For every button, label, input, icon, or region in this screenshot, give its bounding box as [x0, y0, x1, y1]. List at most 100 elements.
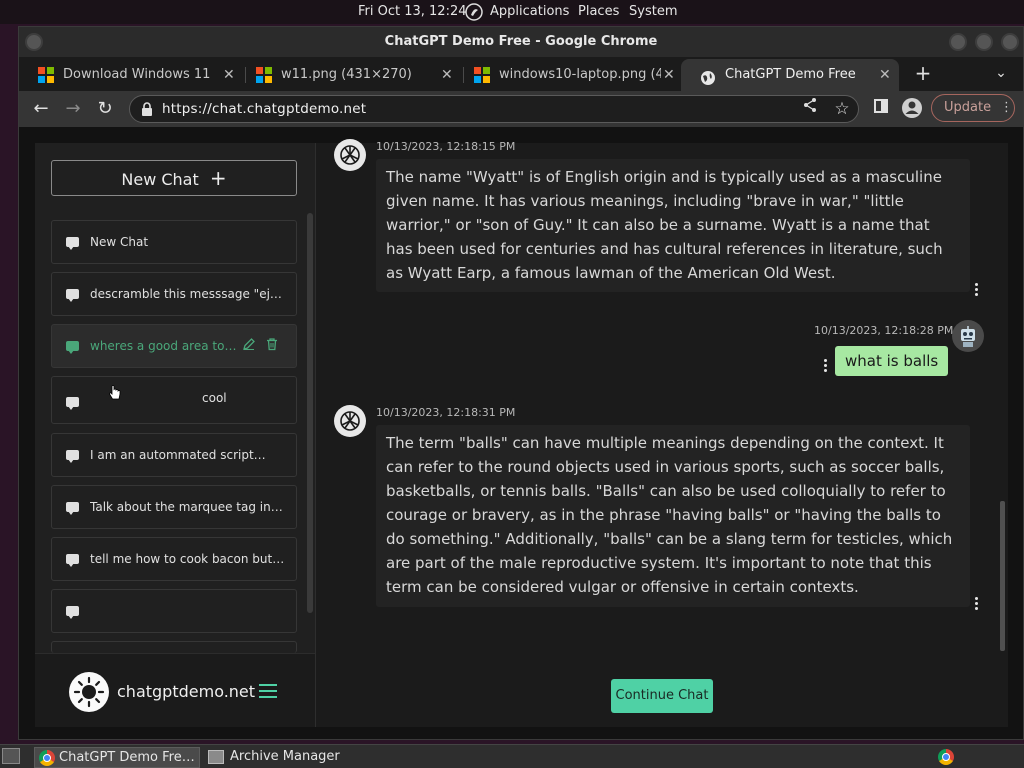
taskbar-item-chrome[interactable]: ChatGPT Demo Fre… — [34, 747, 200, 768]
openai-logo-icon — [334, 405, 366, 437]
sidebar-chat-item-active[interactable]: wheres a good area to hi… — [51, 324, 297, 368]
sun-logo-icon — [69, 672, 109, 712]
sidebar-chat-item[interactable]: descramble this messsage "ejdl" t… — [51, 272, 297, 316]
top-panel: Fri Oct 13, 12:24 Applications Places Sy… — [0, 0, 1024, 24]
message-options-kebab-icon[interactable] — [975, 597, 979, 611]
tab-label: ChatGPT Demo Free — [725, 67, 856, 82]
browser-toolbar: ← → ↻ https://chat.chatgptdemo.net ☆ Upd… — [19, 91, 1023, 127]
edit-pencil-icon[interactable] — [242, 337, 256, 354]
plus-icon: + — [209, 166, 227, 190]
update-button[interactable]: Update ⋮ — [931, 94, 1015, 122]
clock[interactable]: Fri Oct 13, 12:24 — [358, 4, 467, 19]
hamburger-menu-icon[interactable] — [259, 684, 277, 698]
sidebar-chat-item[interactable]: I am an autommated script… — [51, 433, 297, 477]
new-chat-button[interactable]: New Chat + — [51, 160, 297, 196]
lock-icon[interactable] — [140, 101, 154, 117]
window-title: ChatGPT Demo Free - Google Chrome — [384, 34, 658, 49]
hand-cursor-icon — [108, 385, 122, 404]
chat-item-label: I am an autommated script… — [90, 448, 266, 462]
sidebar-chat-item[interactable]: cool — [51, 376, 297, 424]
chat-bubble-icon — [66, 397, 79, 410]
chat-item-label: wheres a good area to hi… — [90, 339, 238, 353]
tab-close-icon[interactable]: ✕ — [441, 59, 453, 91]
window-titlebar[interactable]: ChatGPT Demo Free - Google Chrome — [19, 27, 1023, 57]
chat-scrollbar[interactable] — [1000, 501, 1005, 651]
gnome-foot-icon[interactable] — [464, 2, 484, 26]
chat-bubble-icon — [66, 237, 79, 250]
maximize-button[interactable] — [975, 33, 993, 51]
minimize-button[interactable] — [949, 33, 967, 51]
address-bar[interactable]: https://chat.chatgptdemo.net ☆ — [129, 95, 859, 123]
bookmark-star-icon[interactable]: ☆ — [830, 97, 854, 121]
sidebar-chat-item[interactable]: New Chat — [51, 220, 297, 264]
bot-message: The name "Wyatt" is of English origin an… — [376, 159, 970, 292]
chat-bubble-icon — [66, 554, 79, 567]
tab-search-chevron-icon[interactable]: ⌄ — [989, 61, 1013, 85]
bottom-taskbar: ChatGPT Demo Fre… Archive Manager — [0, 744, 1024, 768]
message-options-kebab-icon[interactable] — [824, 359, 828, 373]
places-menu[interactable]: Places — [578, 4, 619, 19]
chat-item-label: descramble this messsage "ejdl" t… — [90, 287, 286, 301]
chat-item-label: New Chat — [90, 235, 149, 249]
chat-item-label: cool — [202, 391, 227, 405]
chat-bubble-icon — [66, 502, 79, 515]
sidebar-chat-item-partial[interactable] — [51, 641, 297, 653]
chat-item-label: tell me how to cook bacon but wri… — [90, 552, 286, 566]
message-timestamp: 10/13/2023, 12:18:15 PM — [376, 140, 516, 153]
message-options-kebab-icon[interactable] — [975, 283, 979, 297]
tab-close-icon[interactable]: ✕ — [879, 59, 891, 91]
chrome-window: ChatGPT Demo Free - Google Chrome Downlo… — [18, 26, 1024, 740]
bot-message: The term "balls" can have multiple meani… — [376, 425, 970, 607]
tab-label: windows10-laptop.png (48 — [499, 67, 673, 82]
tab-w11-png[interactable]: w11.png (431×270) ✕ — [237, 59, 459, 91]
tab-bar: Download Windows 11 ✕ w11.png (431×270) … — [19, 57, 1023, 91]
taskbar-item-label: Archive Manager — [230, 749, 340, 764]
message-timestamp: 10/13/2023, 12:18:31 PM — [376, 406, 516, 419]
sidebar-scrollbar[interactable] — [307, 213, 313, 613]
robot-avatar-icon — [952, 320, 984, 352]
site-name[interactable]: chatgptdemo.net — [117, 682, 255, 701]
applications-menu[interactable]: Applications — [490, 4, 569, 19]
openai-logo-icon — [334, 139, 366, 171]
tab-chatgpt-demo-free[interactable]: ChatGPT Demo Free ✕ — [681, 59, 899, 91]
sidebar-chat-item[interactable]: Talk about the marquee tag in gre… — [51, 485, 297, 529]
back-arrow-icon[interactable]: ← — [29, 97, 53, 121]
sidebar-chat-item[interactable] — [51, 589, 297, 633]
continue-chat-button[interactable]: Continue Chat — [611, 679, 713, 713]
new-tab-plus-icon[interactable]: + — [911, 61, 935, 85]
trash-icon[interactable] — [265, 337, 279, 354]
sidebar-footer: chatgptdemo.net — [35, 653, 315, 727]
tab-windows10-laptop-png[interactable]: windows10-laptop.png (48 ✕ — [455, 59, 675, 91]
tab-close-icon[interactable]: ✕ — [661, 59, 675, 91]
chat-area: 10/13/2023, 12:18:15 PM The name "Wyatt"… — [316, 139, 1008, 727]
user-message: what is balls — [835, 346, 949, 376]
new-chat-label: New Chat — [121, 170, 199, 189]
window-menu-button[interactable] — [25, 33, 43, 51]
profile-avatar-icon[interactable] — [900, 97, 924, 121]
tab-download-windows-11[interactable]: Download Windows 11 ✕ — [19, 59, 241, 91]
url-text: https://chat.chatgptdemo.net — [162, 101, 367, 117]
page-content: New Chat + New Chat descramble this mess… — [19, 127, 1023, 739]
windows-logo-icon — [38, 67, 54, 83]
system-menu[interactable]: System — [629, 4, 677, 19]
windows-logo-icon — [256, 67, 272, 83]
tab-label: w11.png (431×270) — [281, 67, 412, 82]
show-desktop-icon[interactable] — [2, 748, 20, 764]
chat-item-label: Talk about the marquee tag in gre… — [90, 500, 286, 514]
chat-bubble-icon — [66, 450, 79, 463]
side-panel-icon[interactable] — [869, 97, 893, 121]
close-window-button[interactable] — [1001, 33, 1019, 51]
share-icon[interactable] — [798, 97, 822, 121]
chrome-logo-icon — [39, 750, 55, 766]
taskbar-item-label: ChatGPT Demo Fre… — [59, 750, 195, 765]
forward-arrow-icon[interactable]: → — [61, 97, 85, 121]
chrome-menu-kebab-icon[interactable]: ⋮ — [1000, 95, 1013, 121]
chrome-tray-icon[interactable] — [938, 749, 954, 765]
update-label: Update — [944, 100, 992, 115]
tab-close-icon[interactable]: ✕ — [223, 59, 235, 91]
reload-icon[interactable]: ↻ — [93, 97, 117, 121]
taskbar-item-archive-manager[interactable]: Archive Manager — [204, 747, 384, 768]
archive-manager-icon — [208, 750, 224, 764]
sidebar-chat-item[interactable]: tell me how to cook bacon but wri… — [51, 537, 297, 581]
chat-sidebar: New Chat + New Chat descramble this mess… — [35, 143, 315, 727]
